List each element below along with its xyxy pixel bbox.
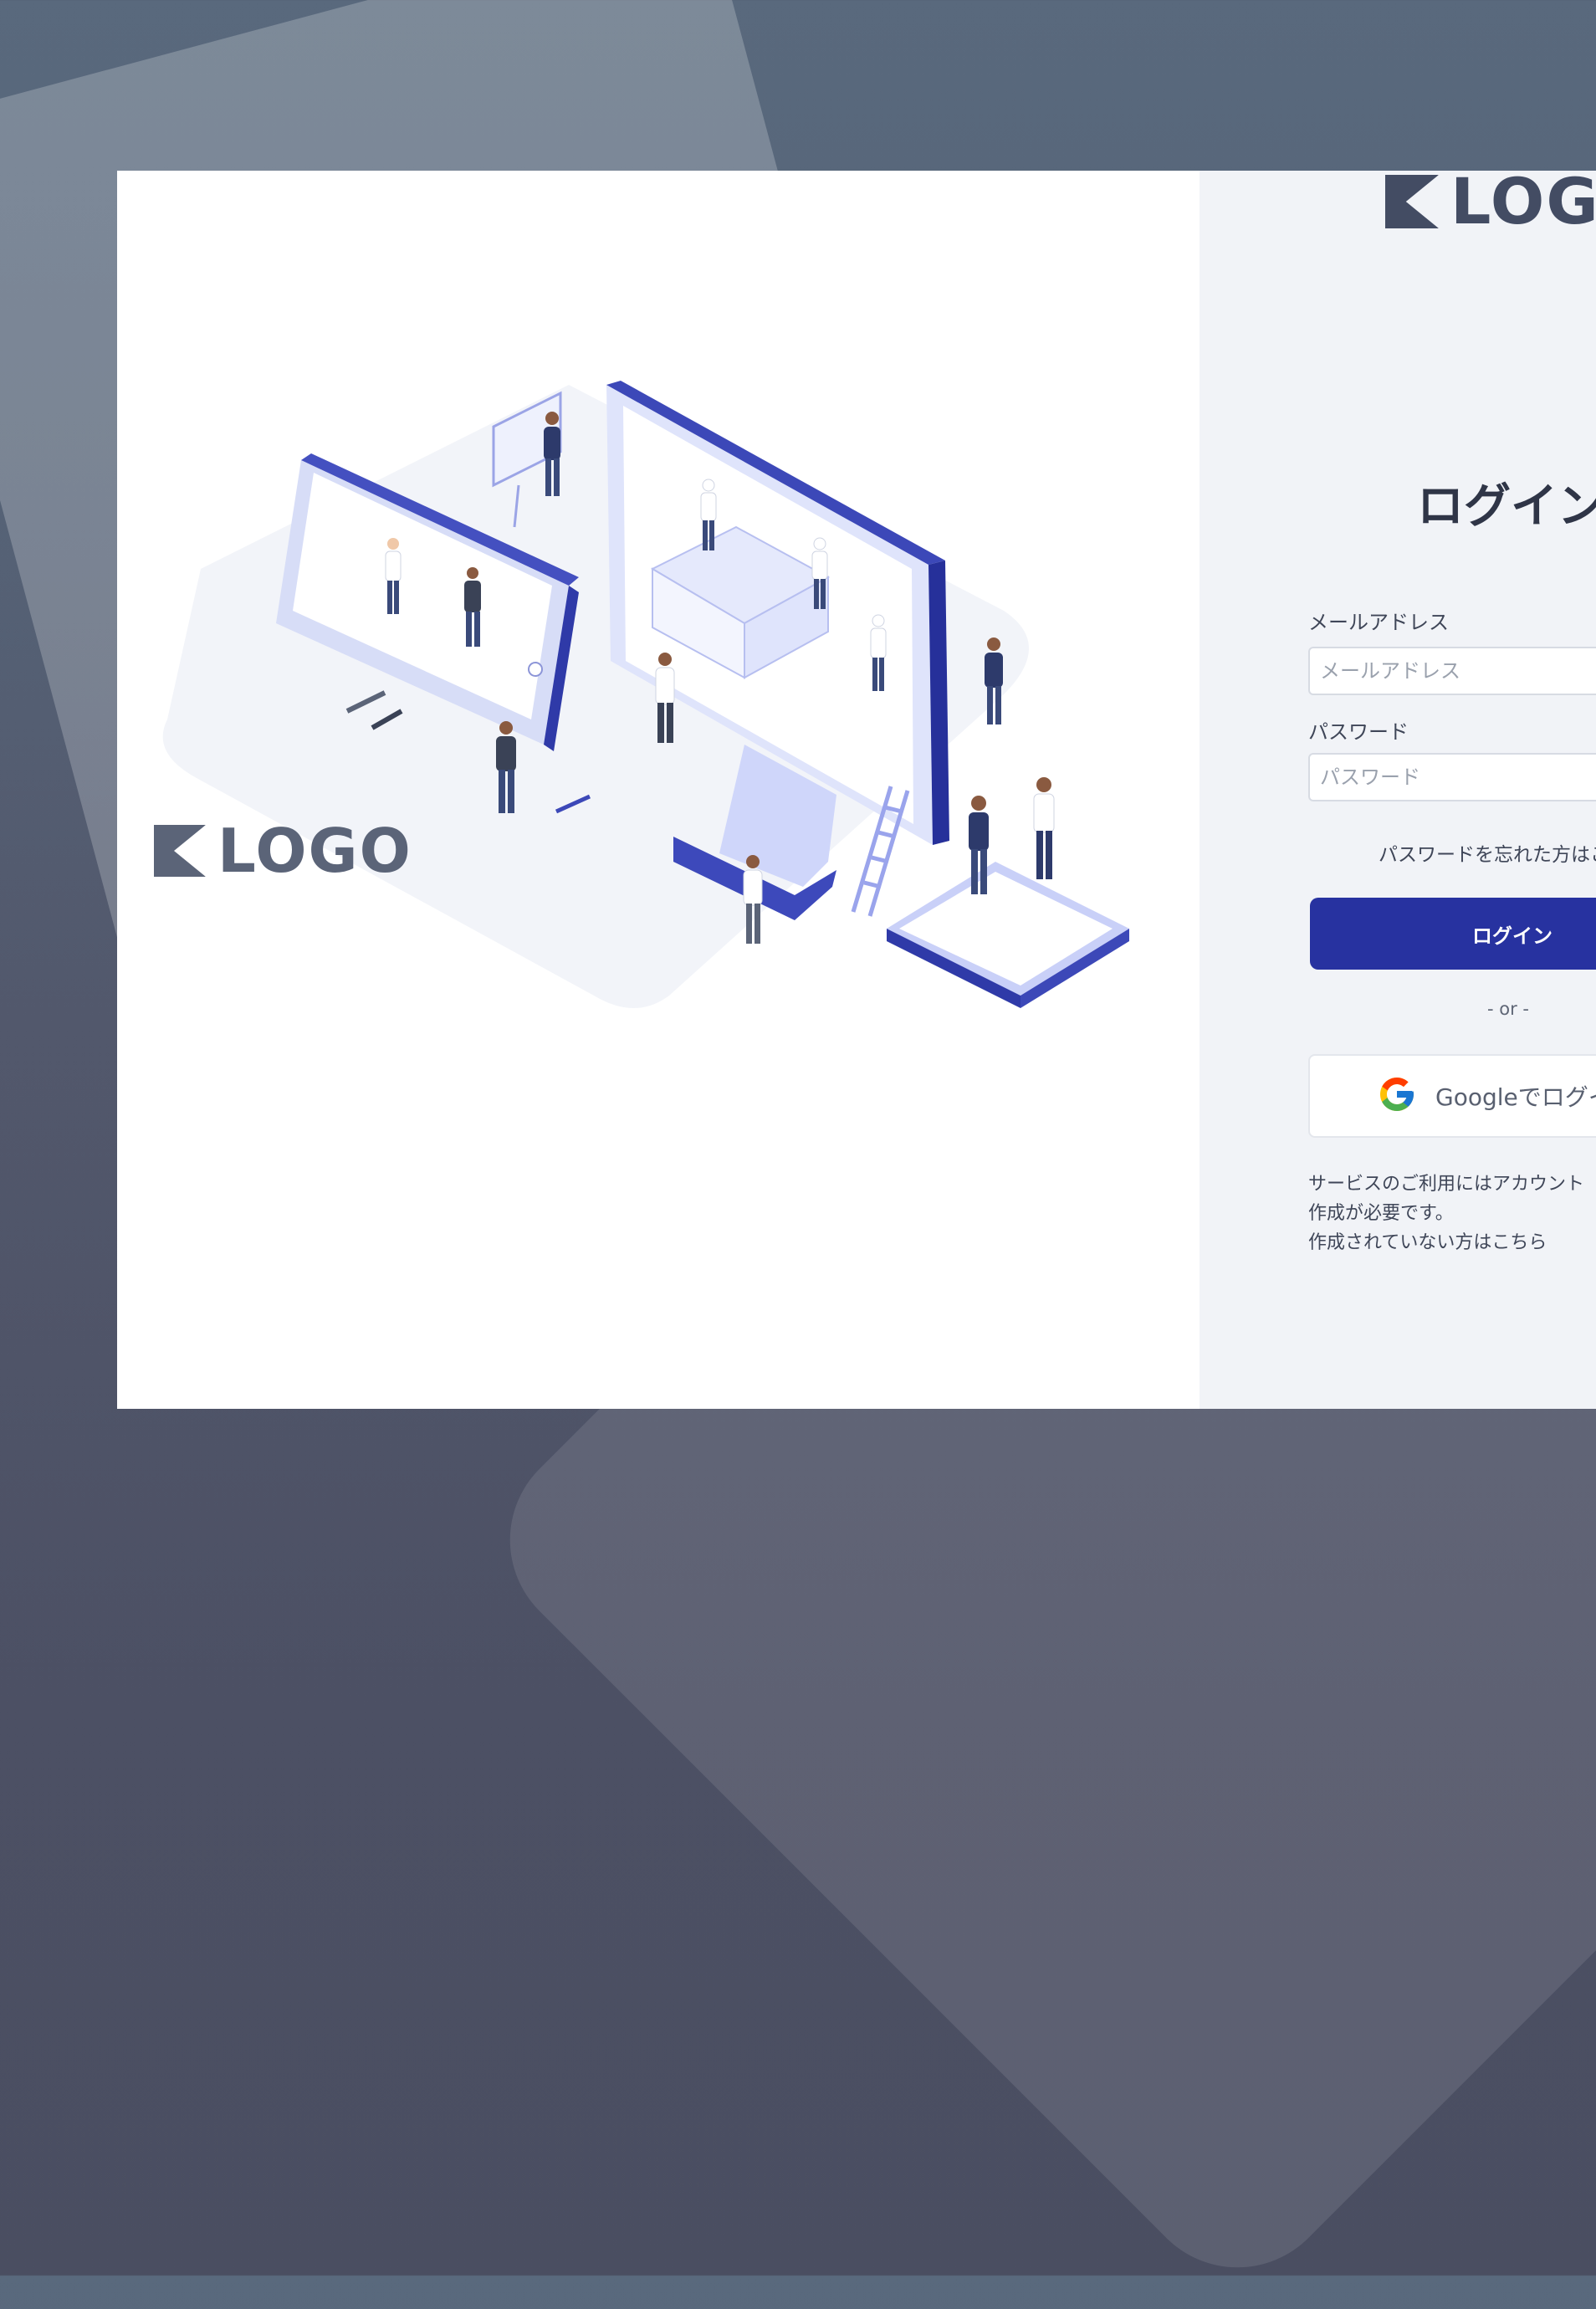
signup-link[interactable]: 作成されていない方はこちら [1308, 1228, 1593, 1257]
logo-text: LOGO [217, 816, 412, 886]
or-divider: - or - [1487, 999, 1529, 1019]
forgot-password-link[interactable]: パスワードを忘れた方はこちら [1379, 838, 1596, 867]
google-icon [1377, 1074, 1417, 1118]
google-button-label: Googleでログイン [1435, 1083, 1596, 1111]
password-field[interactable] [1308, 753, 1596, 801]
email-field[interactable] [1308, 647, 1596, 695]
hero-logo: LOGO [154, 816, 412, 886]
phone-illustration [887, 862, 1129, 1008]
signup-notice: サービスのご利用にはアカウント作成が必要です。 作成されていない方はこちら [1308, 1170, 1593, 1257]
logo-mark-icon [154, 825, 206, 877]
hero-illustration [162, 381, 1129, 1008]
logo-text: LOGO [1450, 164, 1596, 238]
logo-mark-icon [1385, 174, 1439, 228]
email-label: メールアドレス [1308, 611, 1449, 634]
google-login-button[interactable]: Googleでログイン [1308, 1054, 1596, 1138]
login-button[interactable]: ログイン [1310, 898, 1596, 970]
form-logo: LOGO [1385, 164, 1596, 238]
password-label: パスワード [1308, 720, 1409, 744]
signup-notice-line: サービスのご利用にはアカウント作成が必要です。 [1308, 1174, 1585, 1224]
page-title: ログイン [1417, 479, 1596, 534]
